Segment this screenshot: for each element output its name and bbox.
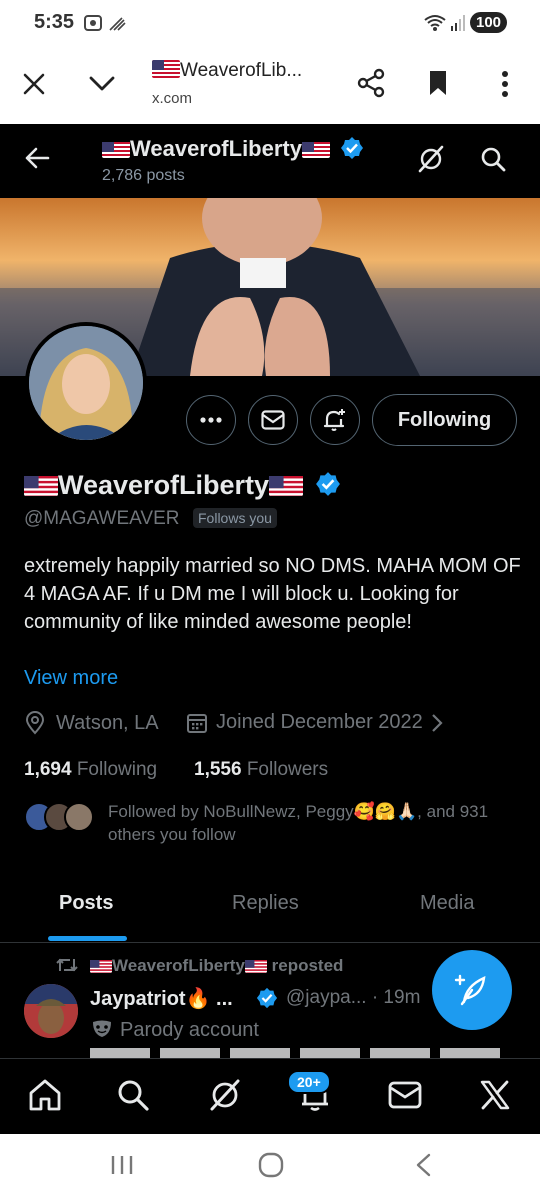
active-tab-indicator (48, 936, 127, 941)
following-button[interactable]: Following (372, 394, 517, 446)
post-author-name[interactable]: Jaypatriot🔥 ... (90, 986, 233, 1011)
header-name: WeaverofLiberty (102, 136, 364, 162)
display-name-text: WeaverofLiberty (58, 470, 270, 500)
x-logo-icon (480, 1080, 510, 1110)
tab-posts[interactable]: Posts (59, 892, 113, 915)
search-icon (118, 1080, 149, 1111)
us-flag-icon (90, 959, 112, 973)
post-author-avatar[interactable] (24, 984, 78, 1038)
more-vertical-icon[interactable] (500, 70, 510, 98)
joined-text: Joined December 2022 (216, 711, 423, 733)
chevron-down-icon[interactable] (88, 74, 116, 94)
header-name-text: WeaverofLiberty (130, 136, 302, 161)
bottom-navigation (0, 1058, 540, 1134)
browser-page-title: WeaverofLib... (152, 60, 302, 82)
avatar (64, 802, 94, 832)
view-more-link[interactable]: View more (24, 667, 118, 690)
following-count: 1,694 (24, 759, 72, 780)
wifi-icon (424, 15, 446, 31)
bookmark-icon[interactable] (428, 70, 448, 96)
profile-location: Watson, LA (24, 711, 159, 735)
verified-badge-icon[interactable] (315, 471, 341, 497)
nav-grok[interactable] (206, 1076, 244, 1114)
calendar-icon (187, 713, 207, 733)
following-label: Following (76, 759, 158, 780)
message-button[interactable] (248, 395, 298, 445)
compose-feather-icon (454, 974, 486, 1006)
profile-bio: extremely happily married so NO DMS. MAH… (24, 555, 521, 633)
back-icon[interactable] (414, 1153, 432, 1177)
browser-domain[interactable]: x.com (152, 90, 192, 107)
us-flag-icon (152, 60, 180, 78)
screenshot-icon (84, 15, 102, 31)
home-icon (29, 1079, 61, 1111)
grok-icon[interactable] (416, 144, 446, 174)
close-icon[interactable] (22, 72, 46, 96)
nav-search[interactable] (114, 1076, 152, 1114)
followed-by-text[interactable]: Followed by NoBullNewz, Peggy🥰🤗🙏🏻, and 9… (108, 800, 518, 846)
battery-indicator: 100 (470, 12, 508, 33)
tab-divider (0, 942, 540, 943)
signal-off-icon (109, 17, 126, 31)
envelope-icon (261, 410, 285, 430)
followers-count: 1,556 (194, 759, 242, 780)
mask-icon (93, 1020, 111, 1037)
tab-replies[interactable]: Replies (232, 892, 299, 915)
nav-messages[interactable] (386, 1076, 424, 1114)
parody-label-text: Parody account (120, 1019, 259, 1041)
profile-avatar[interactable] (25, 322, 147, 444)
profile-handle: @MAGAWEAVER (24, 508, 180, 529)
verified-badge-icon (341, 137, 364, 159)
followers-stat[interactable]: 1,556 Followers (194, 759, 328, 781)
status-time: 5:35 (34, 11, 75, 33)
more-options-button[interactable] (186, 395, 236, 445)
repost-context[interactable]: WeaverofLiberty reposted (56, 956, 343, 976)
us-flag-icon (102, 140, 130, 158)
tab-media[interactable]: Media (420, 892, 474, 915)
bell-plus-icon (323, 409, 345, 431)
search-icon[interactable] (480, 146, 506, 172)
followed-by-avatars[interactable] (24, 802, 94, 832)
post-author-handle: @jaypa... · 19m (286, 987, 421, 1008)
cell-signal-icon (451, 15, 465, 31)
us-flag-icon (244, 959, 267, 973)
nav-home[interactable] (26, 1076, 64, 1114)
notifications-badge: 20+ (287, 1070, 331, 1094)
recent-apps-icon[interactable] (110, 1154, 134, 1176)
repost-icon (56, 958, 78, 972)
header-posts-count: 2,786 posts (102, 167, 185, 184)
notifications-subscribe-button[interactable] (310, 395, 360, 445)
parody-label: Parody account (92, 1019, 259, 1042)
location-pin-icon (25, 711, 45, 735)
repost-suffix: reposted (271, 956, 344, 975)
profile-display-name: WeaverofLiberty (24, 470, 341, 501)
followers-label: Followers (246, 759, 329, 780)
verified-badge-icon (256, 987, 278, 1009)
more-horizontal-icon (200, 417, 222, 423)
follows-you-badge: Follows you (193, 508, 277, 528)
envelope-icon (388, 1081, 422, 1109)
compose-post-button[interactable] (432, 950, 512, 1030)
share-icon[interactable] (356, 68, 386, 98)
us-flag-icon (269, 474, 304, 496)
back-arrow-icon[interactable] (24, 146, 50, 170)
location-text: Watson, LA (56, 711, 159, 734)
us-flag-icon (301, 140, 330, 158)
chevron-right-icon (432, 713, 443, 732)
home-button-icon[interactable] (258, 1152, 284, 1178)
us-flag-icon (24, 474, 58, 496)
post-text-clipped (90, 1048, 510, 1058)
profile-joined[interactable]: Joined December 2022 (186, 711, 443, 734)
following-stat[interactable]: 1,694 Following (24, 759, 157, 781)
nav-x-premium[interactable] (476, 1076, 514, 1114)
grok-icon (210, 1079, 240, 1111)
reposter-name: WeaverofLiberty (112, 956, 245, 975)
browser-title-text: WeaverofLib... (180, 60, 303, 81)
